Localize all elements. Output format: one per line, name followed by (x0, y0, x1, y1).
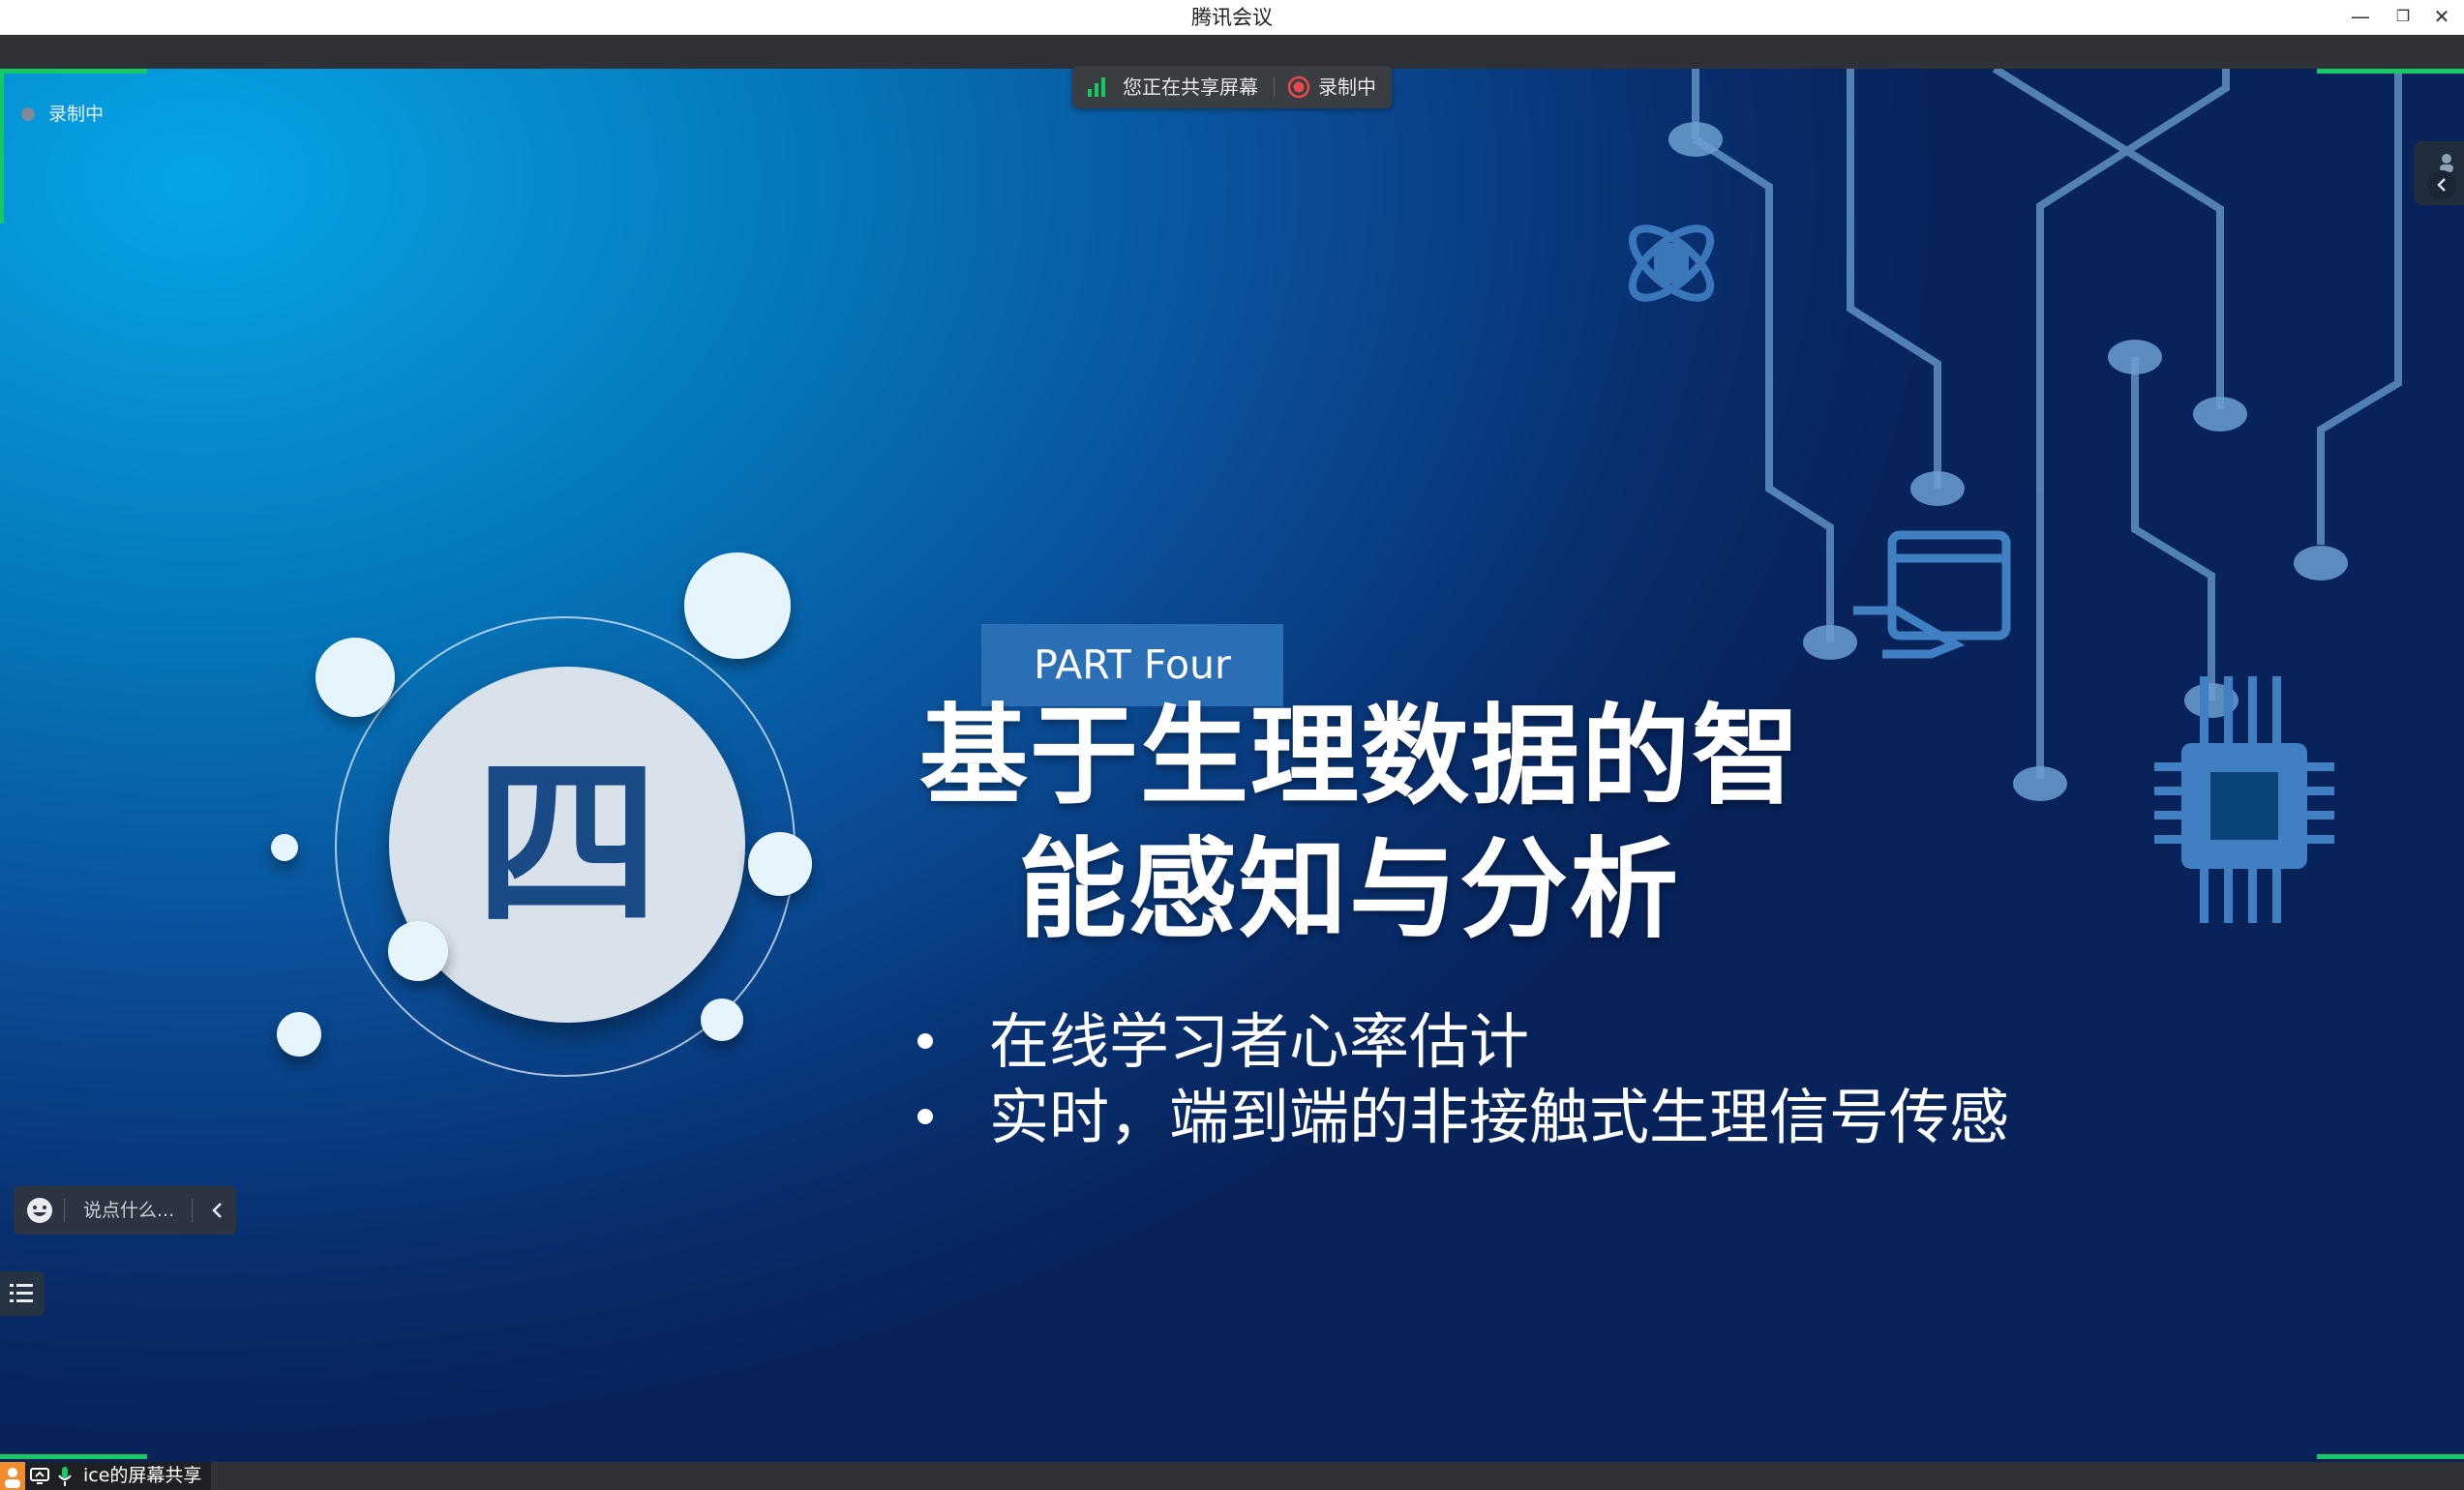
decor-bubble (701, 998, 743, 1041)
recording-indicator-label: 录制中 (48, 104, 105, 125)
side-panel-toggle[interactable] (2414, 141, 2464, 205)
atom-icon (1628, 224, 1715, 302)
bullet-item-2: 实时，端到端的非接触式生理信号传感 (917, 1068, 2009, 1155)
decor-bubble (277, 1012, 321, 1057)
chat-divider (192, 1199, 193, 1222)
screen-share-status[interactable]: 您正在共享屏幕 录制中 (1072, 66, 1392, 108)
pill-divider (1274, 77, 1275, 97)
share-owner-tag: ice的屏幕共享 (0, 1462, 211, 1490)
sharing-status-text: 您正在共享屏幕 (1123, 75, 1258, 99)
decor-bubble (748, 832, 812, 896)
window-title: 腾讯会议 (1191, 6, 1273, 29)
share-owner-label: ice的屏幕共享 (83, 1465, 202, 1486)
decor-bubble (271, 834, 298, 861)
list-icon (10, 1284, 33, 1302)
decor-bubble (684, 552, 791, 659)
bullet-text: 在线学习者心率估计 (989, 1006, 1530, 1077)
emoji-icon[interactable] (25, 1196, 54, 1225)
chip-icon (2154, 676, 2334, 923)
chevron-left-icon[interactable] (205, 1198, 230, 1223)
close-button[interactable]: ✕ (2419, 0, 2464, 35)
toolbar-strip (0, 35, 2464, 69)
bottom-status-bar (0, 1462, 2464, 1490)
person-icon (2440, 154, 2453, 172)
browser-hand-icon (1853, 530, 2011, 659)
share-frame-corner (2317, 69, 2464, 74)
chat-input-placeholder[interactable]: 说点什么... (83, 1186, 174, 1235)
chat-divider (64, 1199, 65, 1222)
signal-icon (1088, 77, 1105, 97)
share-frame-corner (0, 69, 147, 74)
window-titlebar: 腾讯会议 — ❐ ✕ (0, 0, 2464, 36)
user-avatar-icon (0, 1462, 25, 1490)
chat-input-bar[interactable]: 说点什么... (14, 1186, 236, 1235)
shared-screen: 四 PART Four 基于生理数据的智 能感知与分析 在线学习者心率估计 实时… (0, 69, 2464, 1462)
recording-indicator: 录制中 (21, 100, 104, 129)
recording-status-text: 录制中 (1318, 75, 1376, 99)
share-frame-corner (0, 1454, 147, 1459)
slide-title-line2: 能感知与分析 (1018, 827, 1680, 953)
share-frame-corner (2317, 1454, 2464, 1459)
chevron-left-icon (2427, 170, 2456, 199)
bullet-dot (917, 1033, 933, 1049)
screen-share-icon (30, 1468, 49, 1484)
record-icon (1287, 75, 1310, 99)
bullet-dot (917, 1109, 933, 1124)
minimize-button[interactable]: — (2338, 0, 2383, 35)
microphone-icon (58, 1467, 72, 1486)
numeral-circle: 四 (389, 667, 745, 1023)
decor-bubble (388, 921, 448, 981)
bullet-text: 实时，端到端的非接触式生理信号传感 (989, 1082, 2010, 1152)
decor-bubble (316, 638, 395, 717)
part-numeral: 四 (474, 737, 659, 951)
slide-list-button[interactable] (0, 1271, 45, 1316)
bullet-item-1: 在线学习者心率估计 (917, 993, 1529, 1080)
recording-dot-icon (21, 107, 35, 121)
share-frame-corner (0, 69, 4, 224)
